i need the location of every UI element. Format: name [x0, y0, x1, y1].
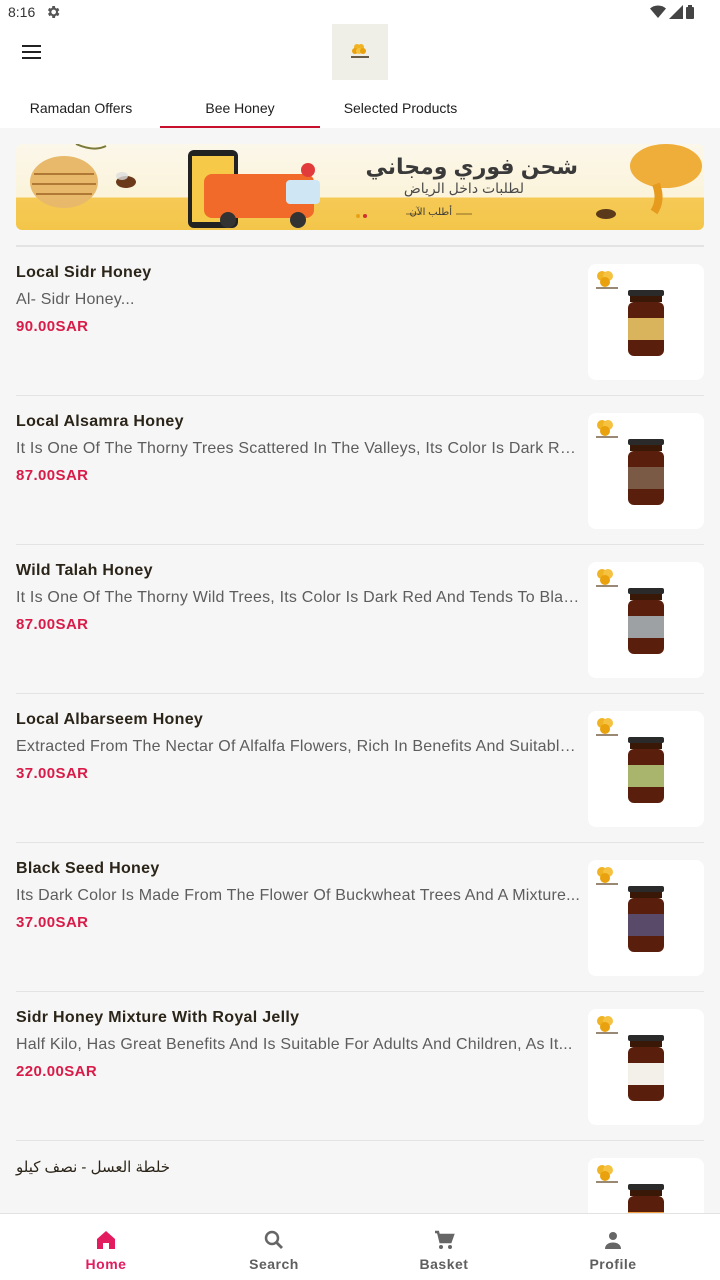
signal-icon	[669, 5, 683, 19]
nav-home-label: Home	[85, 1256, 127, 1272]
product-price: 87.00SAR	[16, 616, 89, 633]
carousel-dot-active	[356, 214, 360, 218]
product-row[interactable]: Local Sidr Honey Al- Sidr Honey... 90.00…	[0, 247, 720, 396]
tab-bee-honey[interactable]: Bee Honey	[160, 88, 320, 128]
product-name: Black Seed Honey	[16, 860, 160, 877]
status-bar: 8:16	[0, 0, 720, 24]
product-description: Half Kilo, Has Great Benefits And Is Sui…	[16, 1036, 573, 1053]
product-description: Al- Sidr Honey...	[16, 291, 135, 308]
tab-selected-products[interactable]: Selected Products	[320, 88, 481, 128]
product-name: Local Alsamra Honey	[16, 413, 184, 430]
honeycomb-logo-icon	[351, 44, 369, 58]
product-image[interactable]	[588, 711, 704, 827]
honey-jar-image	[596, 1016, 664, 1101]
menu-button[interactable]	[14, 38, 50, 66]
product-image[interactable]	[588, 413, 704, 529]
brand-logo[interactable]	[332, 24, 388, 80]
tab-label: Selected Products	[343, 100, 458, 116]
product-image[interactable]	[588, 1009, 704, 1125]
menu-icon-bar	[22, 57, 41, 59]
menu-icon-bar	[22, 45, 41, 47]
product-price: 90.00SAR	[16, 318, 89, 335]
carousel-dot	[363, 214, 367, 218]
product-price: 87.00SAR	[16, 467, 89, 484]
category-tabs: Ramadan Offers Bee Honey Selected Produc…	[0, 88, 720, 128]
battery-icon	[686, 5, 694, 19]
product-price: 37.00SAR	[16, 765, 89, 782]
nav-home[interactable]: Home	[46, 1214, 166, 1280]
banner-title: شحن فوري ومجاني	[365, 154, 578, 179]
search-icon	[264, 1230, 283, 1249]
wifi-icon	[650, 5, 666, 18]
tab-label: Ramadan Offers	[29, 100, 133, 116]
product-name: خلطة العسل - نصف كيلو	[16, 1159, 171, 1176]
honey-jar-image	[596, 569, 664, 654]
banner-cta: أطلب الآن	[409, 207, 452, 218]
nav-basket[interactable]: Basket	[384, 1214, 504, 1280]
home-icon	[97, 1231, 115, 1249]
product-description: It Is One Of The Thorny Trees Scattered …	[16, 440, 581, 457]
honey-jar-image	[596, 718, 664, 803]
bottom-navigation: Home Search Basket Profile	[0, 1213, 720, 1280]
product-price: 220.00SAR	[16, 1063, 98, 1080]
cart-icon	[435, 1230, 455, 1249]
tab-ramadan-offers[interactable]: Ramadan Offers	[0, 88, 162, 128]
product-price: 37.00SAR	[16, 914, 89, 931]
status-icons	[650, 5, 694, 19]
banner-carousel-dots	[356, 214, 367, 218]
product-row[interactable]: Local Alsamra Honey It Is One Of The Tho…	[0, 396, 720, 545]
product-image[interactable]	[588, 562, 704, 678]
product-name: Sidr Honey Mixture With Royal Jelly	[16, 1009, 300, 1026]
app-header: Ramadan Offers Bee Honey Selected Produc…	[0, 24, 720, 128]
product-description: Its Dark Color Is Made From The Flower O…	[16, 887, 581, 904]
nav-search[interactable]: Search	[214, 1214, 334, 1280]
honey-jar-image	[596, 271, 664, 356]
nav-profile[interactable]: Profile	[553, 1214, 673, 1280]
product-image[interactable]	[588, 264, 704, 380]
product-row[interactable]: Sidr Honey Mixture With Royal Jelly Half…	[0, 992, 720, 1141]
honey-jar-image	[596, 867, 664, 952]
menu-icon-bar	[22, 51, 41, 53]
gear-icon	[47, 6, 60, 18]
product-row[interactable]: Local Albarseem Honey Extracted From The…	[0, 694, 720, 843]
nav-search-label: Search	[249, 1256, 299, 1272]
tab-label: Bee Honey	[205, 100, 275, 116]
active-tab-indicator	[160, 126, 320, 128]
product-description: Extracted From The Nectar Of Alfalfa Flo…	[16, 738, 581, 755]
product-image[interactable]	[588, 860, 704, 976]
promo-banner[interactable]: شحن فوري ومجاني لطلبات داخل الرياض أطلب …	[16, 144, 704, 230]
status-time: 8:16	[8, 4, 36, 20]
product-name: Local Albarseem Honey	[16, 711, 204, 728]
profile-icon	[605, 1232, 621, 1249]
product-description: It Is One Of The Thorny Wild Trees, Its …	[16, 589, 581, 606]
product-row[interactable]: Black Seed Honey Its Dark Color Is Made …	[0, 843, 720, 992]
nav-profile-label: Profile	[589, 1256, 637, 1272]
product-name: Wild Talah Honey	[16, 562, 153, 579]
product-name: Local Sidr Honey	[16, 264, 152, 281]
honey-jar-image	[596, 420, 664, 505]
product-row[interactable]: Wild Talah Honey It Is One Of The Thorny…	[0, 545, 720, 694]
nav-basket-label: Basket	[419, 1256, 469, 1272]
banner-subtitle: لطلبات داخل الرياض	[403, 180, 524, 196]
